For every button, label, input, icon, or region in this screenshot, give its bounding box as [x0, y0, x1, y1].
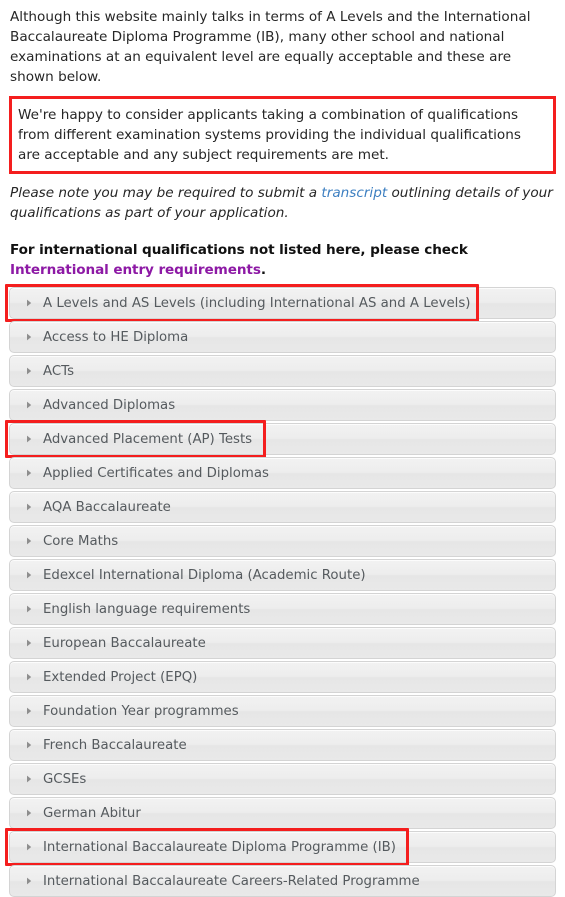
accordion-item[interactable]: Applied Certificates and Diplomas — [9, 457, 556, 489]
accordion-item-label: Advanced Diplomas — [43, 397, 176, 413]
triangle-right-icon — [24, 570, 34, 580]
accordion-item-label: French Baccalaureate — [43, 737, 187, 753]
triangle-right-icon — [24, 332, 34, 342]
intro-paragraph: Although this website mainly talks in te… — [10, 9, 531, 85]
triangle-right-icon — [24, 706, 34, 716]
highlight-paragraph: We're happy to consider applicants takin… — [18, 107, 521, 163]
accordion-item-label: A Levels and AS Levels (including Intern… — [43, 295, 471, 311]
accordion-item-label: Core Maths — [43, 533, 119, 549]
accordion-item-label: English language requirements — [43, 601, 251, 617]
triangle-right-icon — [24, 502, 34, 512]
accordion-item-label: ACTs — [43, 363, 74, 379]
accordion-item[interactable]: Core Maths — [9, 525, 556, 557]
triangle-right-icon — [24, 298, 34, 308]
international-callout: For international qualifications not lis… — [9, 240, 556, 280]
triangle-right-icon — [24, 672, 34, 682]
accordion-item[interactable]: International Baccalaureate Diploma Prog… — [9, 831, 556, 863]
qualifications-accordion: A Levels and AS Levels (including Intern… — [5, 284, 556, 897]
accordion-item[interactable]: AQA Baccalaureate — [9, 491, 556, 523]
accordion-item-label: AQA Baccalaureate — [43, 499, 171, 515]
international-entry-requirements-link[interactable]: International entry requirements — [10, 262, 261, 278]
accordion-item-label: Foundation Year programmes — [43, 703, 239, 719]
accordion-item-label: Edexcel International Diploma (Academic … — [43, 567, 366, 583]
page-content: Although this website mainly talks in te… — [0, 0, 565, 897]
accordion-item-label: International Baccalaureate Diploma Prog… — [43, 839, 396, 855]
triangle-right-icon — [24, 468, 34, 478]
triangle-right-icon — [24, 774, 34, 784]
triangle-right-icon — [24, 740, 34, 750]
accordion-item[interactable]: ACTs — [9, 355, 556, 387]
triangle-right-icon — [24, 434, 34, 444]
accordion-item[interactable]: English language requirements — [9, 593, 556, 625]
accordion-item-label: Applied Certificates and Diplomas — [43, 465, 269, 481]
callout-text-after: . — [260, 262, 266, 278]
triangle-right-icon — [24, 808, 34, 818]
accordion-item[interactable]: GCSEs — [9, 763, 556, 795]
accordion-item-label: Extended Project (EPQ) — [43, 669, 198, 685]
accordion-item[interactable]: European Baccalaureate — [9, 627, 556, 659]
accordion-item-label: GCSEs — [43, 771, 87, 787]
accordion-item[interactable]: Edexcel International Diploma (Academic … — [9, 559, 556, 591]
accordion-item[interactable]: Foundation Year programmes — [9, 695, 556, 727]
triangle-right-icon — [24, 400, 34, 410]
note-text-before: Please note you may be required to submi… — [10, 185, 322, 201]
transcript-link[interactable]: transcript — [321, 185, 387, 201]
accordion-item-label: European Baccalaureate — [43, 635, 206, 651]
accordion-item[interactable]: International Baccalaureate Careers-Rela… — [9, 865, 556, 897]
accordion-item[interactable]: French Baccalaureate — [9, 729, 556, 761]
accordion-item[interactable]: Advanced Diplomas — [9, 389, 556, 421]
accordion-item-label: Access to HE Diploma — [43, 329, 189, 345]
triangle-right-icon — [24, 842, 34, 852]
triangle-right-icon — [24, 536, 34, 546]
triangle-right-icon — [24, 366, 34, 376]
accordion-item-label: International Baccalaureate Careers-Rela… — [43, 873, 420, 889]
accordion-item[interactable]: Advanced Placement (AP) Tests — [9, 423, 556, 455]
accordion-item[interactable]: German Abitur — [9, 797, 556, 829]
transcript-note: Please note you may be required to submi… — [9, 183, 556, 223]
highlighted-statement-box: We're happy to consider applicants takin… — [9, 96, 556, 174]
triangle-right-icon — [24, 604, 34, 614]
accordion-item[interactable]: A Levels and AS Levels (including Intern… — [9, 287, 556, 319]
accordion-item-label: German Abitur — [43, 805, 141, 821]
accordion-item[interactable]: Access to HE Diploma — [9, 321, 556, 353]
triangle-right-icon — [24, 638, 34, 648]
accordion-item-label: Advanced Placement (AP) Tests — [43, 431, 253, 447]
accordion-item[interactable]: Extended Project (EPQ) — [9, 661, 556, 693]
triangle-right-icon — [24, 876, 34, 886]
callout-text-before: For international qualifications not lis… — [10, 242, 468, 258]
